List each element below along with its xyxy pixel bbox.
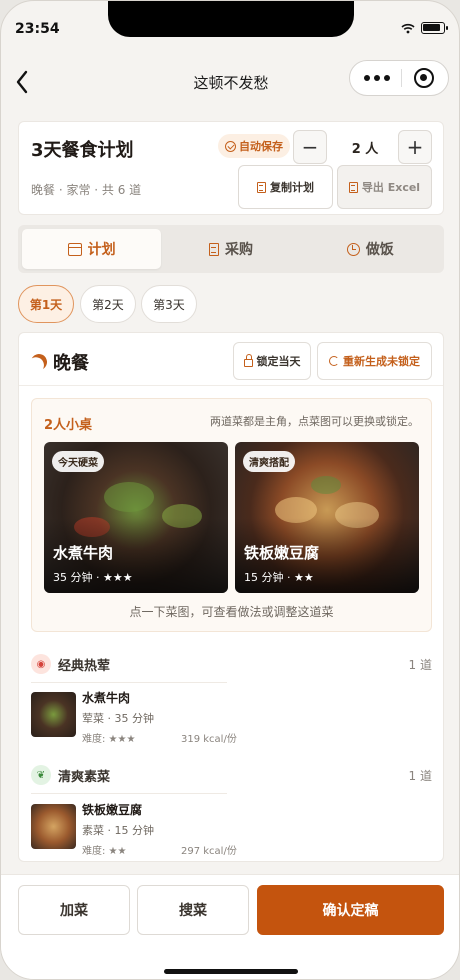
dish-meta: 35 分钟 · ★★★ (53, 571, 133, 584)
regenerate-unlocked-button[interactable]: 重新生成未锁定 (317, 342, 432, 380)
dish-tag: 今天硬菜 (52, 451, 104, 472)
navigation-bar: 这顿不发愁 (1, 59, 459, 103)
phone-screen: 23:54 这顿不发愁 3天餐食计划 自动保存 − 2 人 + 晚餐 · 家常 … (0, 0, 460, 980)
table-title: 2人小桌 (44, 418, 93, 433)
table-footer-hint: 点一下菜图，可查看做法或调整这道菜 (129, 605, 334, 619)
tab-cooking[interactable]: 做饭 (301, 229, 440, 269)
dish-thumbnail (31, 804, 76, 849)
search-dish-button[interactable]: 搜菜 (137, 885, 249, 935)
receipt-icon (208, 242, 219, 256)
check-circle-icon (225, 140, 236, 152)
close-program-icon[interactable] (414, 68, 435, 88)
table-section: 2人小桌 两道菜都是主角，点菜图可以更换或锁定。 今天硬菜 水煮牛肉 35 分钟… (31, 398, 432, 632)
export-excel-button[interactable]: 导出 Excel (337, 165, 432, 209)
category-header-meat: ◉ 经典热荤 1 道 (31, 651, 432, 681)
day-chip-2[interactable]: 第2天 (80, 285, 136, 323)
notch (108, 1, 354, 37)
item-difficulty: 难度: ★★★ (82, 734, 136, 745)
dish-photo-detail (311, 476, 341, 494)
tab-shopping-label: 采购 (224, 242, 253, 258)
export-excel-label: 导出 Excel (361, 181, 421, 194)
tab-plan[interactable]: 计划 (22, 229, 162, 269)
tab-cooking-label: 做饭 (365, 242, 394, 258)
battery-icon (421, 22, 448, 34)
people-count: 2 人 (351, 142, 379, 157)
wifi-icon (401, 23, 415, 33)
dish-meta: 15 分钟 · ★★ (244, 571, 314, 584)
item-calories: 297 kcal/份 (181, 846, 237, 857)
status-time: 23:54 (15, 21, 60, 37)
plan-title: 3天餐食计划 (31, 140, 134, 161)
add-dish-button[interactable]: 加菜 (18, 885, 130, 935)
meal-title: 晚餐 (53, 353, 89, 374)
tab-plan-label: 计划 (87, 242, 116, 258)
plan-card: 3天餐食计划 自动保存 − 2 人 + 晚餐 · 家常 · 共 6 道 复制计划… (18, 121, 444, 215)
meal-card: 晚餐 锁定当天 重新生成未锁定 2人小桌 两道菜都是主角，点菜图可以更换或锁定。… (18, 332, 444, 862)
divider (19, 385, 443, 386)
copy-icon (257, 181, 266, 193)
capsule-divider (401, 69, 403, 87)
item-subtitle: 素菜 · 15 分钟 (82, 824, 154, 837)
category-count: 1 道 (408, 769, 432, 783)
leaf-icon: ❦ (31, 765, 51, 785)
confirm-plan-button[interactable]: 确认定稿 (257, 885, 444, 935)
category-header-veg: ❦ 清爽素菜 1 道 (31, 762, 432, 792)
day-chip-3[interactable]: 第3天 (141, 285, 197, 323)
more-icon[interactable] (363, 75, 390, 81)
list-item-boiled-beef[interactable]: 水煮牛肉 荤菜 · 35 分钟 难度: ★★★ 319 kcal/份 (31, 689, 432, 745)
copy-plan-button[interactable]: 复制计划 (238, 165, 333, 209)
dish-photo-detail (104, 482, 154, 512)
dish-card-tofu[interactable]: 清爽搭配 铁板嫩豆腐 15 分钟 · ★★ (235, 442, 419, 593)
meat-icon: ◉ (31, 654, 51, 674)
lock-icon (243, 354, 253, 367)
dish-tag: 清爽搭配 (243, 451, 295, 472)
item-calories: 319 kcal/份 (181, 734, 237, 745)
category-divider (31, 682, 227, 683)
decrease-people-button[interactable]: − (293, 130, 327, 164)
calendar-icon (67, 242, 82, 256)
category-divider (31, 793, 227, 794)
autosave-badge: 自动保存 (218, 134, 290, 158)
dish-card-boiled-beef[interactable]: 今天硬菜 水煮牛肉 35 分钟 · ★★★ (44, 442, 228, 593)
regenerate-label: 重新生成未锁定 (343, 355, 420, 368)
item-subtitle: 荤菜 · 35 分钟 (82, 712, 154, 725)
lock-day-label: 锁定当天 (256, 355, 301, 368)
bottom-action-bar: 加菜 搜菜 确认定稿 (1, 874, 459, 979)
day-chip-1[interactable]: 第1天 (18, 285, 74, 323)
status-icons (401, 22, 448, 34)
meal-header: 晚餐 (31, 349, 89, 375)
increase-people-button[interactable]: + (398, 130, 432, 164)
item-name: 水煮牛肉 (82, 691, 131, 705)
dish-thumbnail (31, 692, 76, 737)
plan-subtitle: 晚餐 · 家常 · 共 6 道 (31, 183, 142, 197)
list-item-tofu[interactable]: 铁板嫩豆腐 素菜 · 15 分钟 难度: ★★ 297 kcal/份 (31, 801, 432, 857)
item-difficulty: 难度: ★★ (82, 846, 127, 857)
item-name: 铁板嫩豆腐 (82, 803, 143, 817)
category-count: 1 道 (408, 658, 432, 672)
spreadsheet-icon (348, 181, 358, 193)
category-title: 经典热荤 (58, 659, 111, 674)
lock-day-button[interactable]: 锁定当天 (233, 342, 311, 380)
tab-shopping[interactable]: 采购 (161, 229, 300, 269)
dish-name: 水煮牛肉 (53, 544, 114, 562)
dish-name: 铁板嫩豆腐 (244, 544, 320, 562)
home-indicator[interactable] (164, 969, 298, 974)
mini-program-capsule (349, 60, 449, 96)
category-title: 清爽素菜 (58, 770, 111, 785)
refresh-icon (329, 356, 339, 366)
timer-icon (346, 242, 360, 256)
main-tabs: 计划 采购 做饭 (18, 225, 444, 273)
copy-plan-label: 复制计划 (270, 181, 314, 194)
autosave-label: 自动保存 (239, 140, 283, 153)
table-hint: 两道菜都是主角，点菜图可以更换或锁定。 (210, 415, 419, 428)
moon-icon (29, 352, 50, 373)
